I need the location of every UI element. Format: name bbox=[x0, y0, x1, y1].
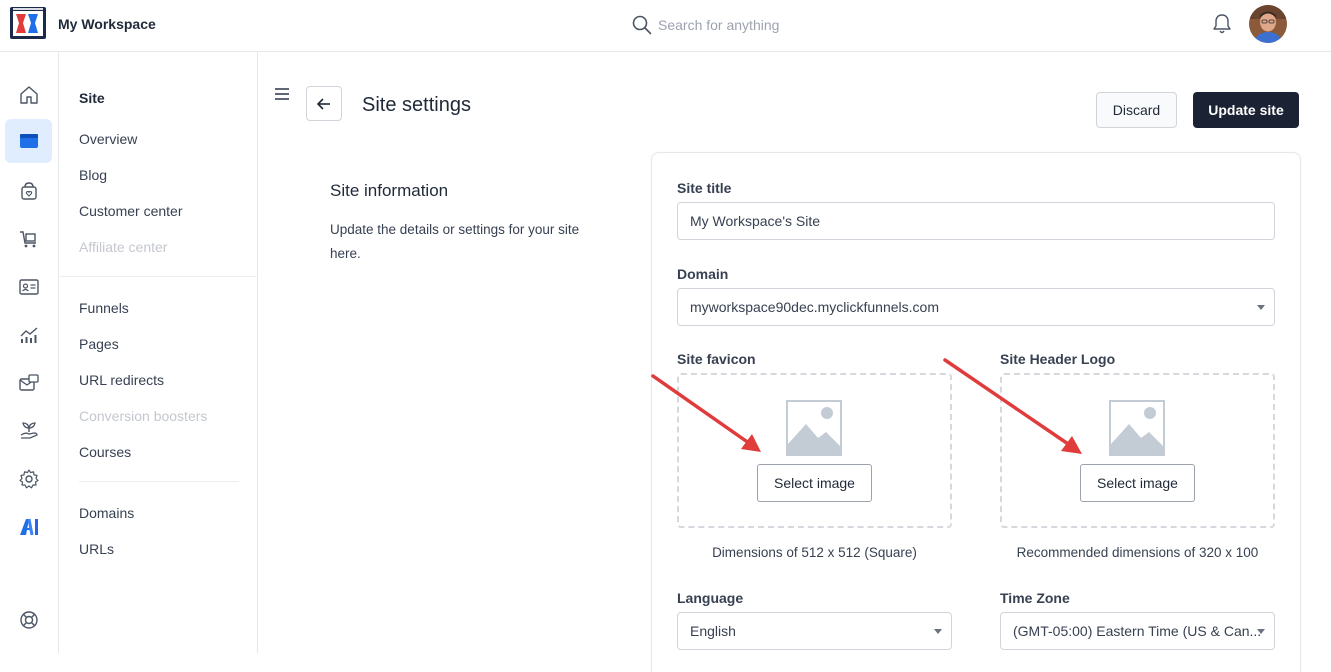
favicon-label: Site favicon bbox=[677, 351, 756, 367]
rail-settings[interactable] bbox=[5, 457, 52, 501]
store-icon bbox=[20, 182, 37, 200]
bell-icon[interactable] bbox=[1212, 13, 1232, 35]
site-title-input[interactable]: My Workspace's Site bbox=[677, 202, 1275, 240]
email-icon bbox=[18, 374, 39, 391]
domain-value: myworkspace90dec.myclickfunnels.com bbox=[690, 299, 939, 315]
subnav-item-domains[interactable]: Domains bbox=[79, 505, 134, 521]
annotation-arrow-icon bbox=[651, 374, 761, 452]
clickfunnels-logo-icon[interactable] bbox=[10, 7, 46, 39]
arrow-left-icon bbox=[317, 97, 330, 110]
image-placeholder-icon bbox=[786, 400, 842, 456]
workspace-name[interactable]: My Workspace bbox=[58, 16, 156, 32]
search-bar[interactable] bbox=[632, 13, 892, 37]
domain-label: Domain bbox=[677, 266, 729, 282]
ai-icon bbox=[19, 518, 38, 536]
subnav-item-funnels[interactable]: Funnels bbox=[79, 300, 129, 316]
subnav-item-overview[interactable]: Overview bbox=[79, 131, 137, 147]
update-site-button[interactable]: Update site bbox=[1193, 92, 1299, 128]
rail-ai[interactable] bbox=[5, 505, 52, 549]
site-subnav: Site Overview Blog Customer center Affil… bbox=[58, 52, 258, 653]
search-icon bbox=[632, 15, 652, 35]
back-button[interactable] bbox=[306, 86, 342, 121]
rail-help[interactable] bbox=[5, 598, 52, 642]
timezone-label: Time Zone bbox=[1000, 590, 1070, 606]
site-icon bbox=[19, 134, 38, 148]
top-bar: My Workspace bbox=[0, 0, 1331, 52]
rail-analytics[interactable] bbox=[5, 313, 52, 357]
subnav-item-url-redirects[interactable]: URL redirects bbox=[79, 372, 164, 388]
page-title: Site settings bbox=[362, 94, 471, 116]
plant-icon bbox=[20, 422, 38, 439]
avatar[interactable] bbox=[1249, 5, 1287, 43]
annotation-arrow-icon bbox=[943, 358, 1082, 454]
favicon-hint: Dimensions of 512 x 512 (Square) bbox=[712, 545, 917, 560]
timezone-value: (GMT-05:00) Eastern Time (US & Can... bbox=[1013, 623, 1262, 639]
icon-rail bbox=[0, 52, 58, 653]
subnav-item-conversion-boosters: Conversion boosters bbox=[79, 408, 208, 424]
help-icon bbox=[19, 611, 38, 629]
rail-email[interactable] bbox=[5, 361, 52, 405]
contacts-icon bbox=[18, 279, 39, 295]
language-label: Language bbox=[677, 590, 744, 606]
logo-select-image-button[interactable]: Select image bbox=[1080, 464, 1195, 502]
site-title-label: Site title bbox=[677, 180, 732, 196]
main-content: Site settings Discard Update site Site i… bbox=[259, 52, 1331, 672]
subnav-item-customer-center[interactable]: Customer center bbox=[79, 203, 182, 219]
subnav-divider bbox=[59, 276, 258, 277]
analytics-icon bbox=[20, 327, 37, 343]
section-description: Update the details or settings for your … bbox=[330, 222, 580, 261]
language-value: English bbox=[690, 623, 736, 639]
caret-down-icon bbox=[934, 629, 942, 634]
rail-store[interactable] bbox=[5, 169, 52, 213]
section-title: Site information bbox=[330, 181, 449, 200]
rail-cart[interactable] bbox=[5, 217, 52, 261]
search-input[interactable] bbox=[658, 17, 878, 33]
cart-icon bbox=[19, 231, 36, 248]
subnav-item-pages[interactable]: Pages bbox=[79, 336, 119, 352]
caret-down-icon bbox=[1257, 305, 1265, 310]
home-icon bbox=[19, 86, 38, 104]
logo-hint: Recommended dimensions of 320 x 100 bbox=[1016, 545, 1259, 560]
favicon-select-image-button[interactable]: Select image bbox=[757, 464, 872, 502]
language-select[interactable]: English bbox=[677, 612, 952, 650]
subnav-heading: Site bbox=[79, 90, 105, 106]
rail-home[interactable] bbox=[5, 73, 52, 117]
caret-down-icon bbox=[1257, 629, 1265, 634]
subnav-item-courses[interactable]: Courses bbox=[79, 444, 131, 460]
discard-button[interactable]: Discard bbox=[1096, 92, 1177, 128]
subnav-divider bbox=[79, 481, 239, 482]
domain-select[interactable]: myworkspace90dec.myclickfunnels.com bbox=[677, 288, 1275, 326]
settings-icon bbox=[18, 469, 39, 489]
rail-plant[interactable] bbox=[5, 409, 52, 453]
rail-site[interactable] bbox=[5, 119, 52, 163]
timezone-select[interactable]: (GMT-05:00) Eastern Time (US & Can... bbox=[1000, 612, 1275, 650]
site-title-value: My Workspace's Site bbox=[690, 213, 821, 229]
rail-contacts[interactable] bbox=[5, 265, 52, 309]
subnav-item-blog[interactable]: Blog bbox=[79, 167, 107, 183]
image-placeholder-icon bbox=[1109, 400, 1165, 456]
subnav-item-urls[interactable]: URLs bbox=[79, 541, 114, 557]
hamburger-menu-icon[interactable] bbox=[275, 88, 289, 100]
subnav-item-affiliate-center: Affiliate center bbox=[79, 239, 168, 255]
